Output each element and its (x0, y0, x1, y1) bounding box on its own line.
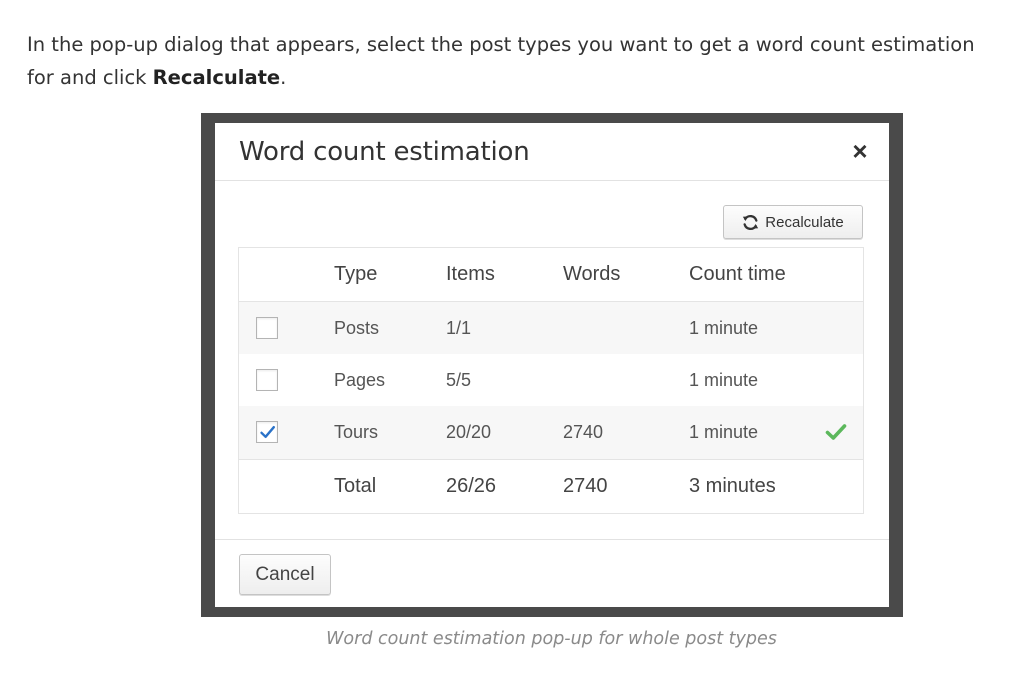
dialog-header: Word count estimation × (215, 123, 889, 181)
dialog-footer: Cancel (215, 539, 889, 608)
word-count-dialog: Word count estimation × Recalculate Type… (215, 123, 889, 607)
total-words: 2740 (563, 475, 608, 497)
header-type: Type (334, 263, 378, 285)
row-type: Pages (334, 369, 386, 390)
table-row: Tours 20/20 2740 1 minute (239, 406, 863, 460)
close-icon[interactable]: × (845, 136, 875, 166)
table-row: Posts 1/1 1 minute (239, 302, 863, 354)
row-count-time: 1 minute (689, 317, 759, 338)
row-count-time: 1 minute (689, 422, 759, 442)
header-items: Items (446, 263, 495, 285)
row-checkbox-pages[interactable] (256, 369, 278, 391)
header-words: Words (563, 263, 621, 285)
intro-bold-recalculate: Recalculate (152, 66, 281, 89)
total-type: Total (334, 475, 377, 497)
table-row: Pages 5/5 1 minute (239, 354, 863, 406)
dialog-title: Word count estimation (239, 137, 530, 167)
recalculate-label: Recalculate (765, 213, 844, 231)
row-type: Posts (334, 317, 380, 338)
row-count-time: 1 minute (689, 369, 759, 390)
total-items: 26/26 (446, 475, 497, 497)
row-checkbox-posts[interactable] (256, 317, 278, 339)
row-checkbox-tours[interactable] (256, 421, 278, 443)
recalculate-button[interactable]: Recalculate (723, 205, 863, 239)
row-items: 5/5 (446, 369, 472, 390)
row-items: 1/1 (446, 317, 472, 338)
cancel-button[interactable]: Cancel (239, 554, 331, 595)
success-check-icon (825, 424, 847, 440)
post-types-table: Type Items Words Count time Posts 1/1 1 … (238, 247, 864, 514)
intro-paragraph: In the pop-up dialog that appears, selec… (27, 28, 1002, 94)
figure-caption: Word count estimation pop-up for whole p… (326, 629, 777, 649)
checkmark-icon (260, 426, 275, 438)
row-items: 20/20 (446, 422, 492, 442)
header-count-time: Count time (689, 263, 786, 285)
total-count-time: 3 minutes (689, 475, 776, 497)
row-type: Tours (334, 422, 379, 442)
table-header-row: Type Items Words Count time (239, 248, 863, 302)
intro-period: . (280, 66, 287, 89)
refresh-icon (743, 214, 759, 230)
table-total-row: Total 26/26 2740 3 minutes (239, 460, 863, 513)
row-words: 2740 (563, 422, 604, 442)
